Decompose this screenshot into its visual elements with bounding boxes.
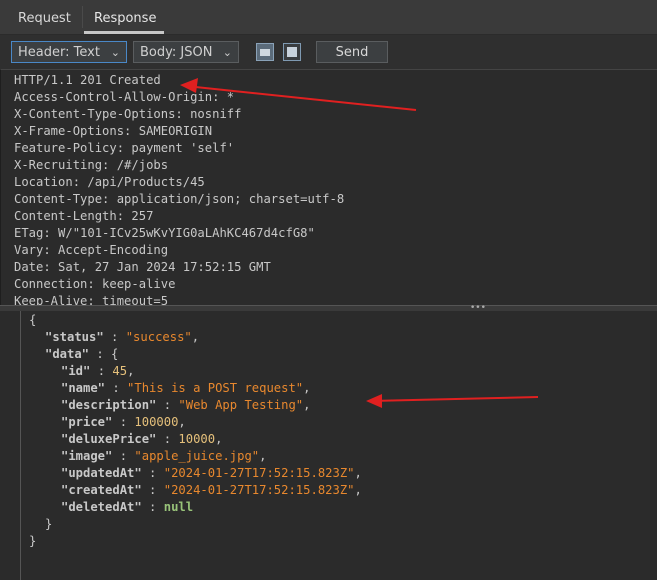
header-format-select[interactable]: Header: Text ⌄ (11, 41, 127, 63)
header-line: HTTP/1.1 201 Created (14, 73, 161, 87)
json-punct: : (103, 330, 126, 344)
json-punct: : (90, 364, 113, 378)
json-key: "createdAt" (61, 483, 142, 497)
json-key: "status" (45, 330, 104, 344)
json-punct: : (89, 347, 112, 361)
header-line: Location: /api/Products/45 (14, 175, 205, 189)
json-line: "deluxePrice" : 10000, (61, 431, 222, 448)
json-line: "description" : "Web App Testing", (61, 397, 311, 414)
json-key: "deluxePrice" (61, 432, 157, 446)
json-line: "data" : { (45, 346, 118, 363)
json-number: 45 (112, 364, 128, 378)
active-tab-indicator (84, 31, 164, 34)
header-line: Date: Sat, 27 Jan 2024 17:52:15 GMT (14, 260, 271, 274)
json-line: "status" : "success", (45, 329, 199, 346)
json-line: "updatedAt" : "2024-01-27T17:52:15.823Z"… (61, 465, 362, 482)
json-number: 100000 (134, 415, 179, 429)
toolbar: Header: Text ⌄ Body: JSON ⌄ Send (0, 35, 657, 69)
json-line: } (45, 516, 52, 533)
json-string: "2024-01-27T17:52:15.823Z" (163, 466, 355, 480)
json-punct: : (105, 381, 128, 395)
json-punct: : (112, 449, 135, 463)
json-brace: } (45, 517, 53, 531)
json-punct: , (354, 466, 362, 480)
json-brace: { (111, 347, 119, 361)
header-line: X-Recruiting: /#/jobs (14, 158, 169, 172)
json-punct: : (141, 466, 164, 480)
line-gutter (0, 311, 21, 580)
tab-request[interactable]: Request (18, 0, 71, 34)
json-number: 10000 (178, 432, 216, 446)
tab-divider (82, 6, 83, 28)
json-string: "success" (125, 330, 192, 344)
response-body-pane[interactable]: { "status" : "success", "data" : { "id" … (0, 311, 657, 580)
send-button[interactable]: Send (316, 41, 388, 63)
header-line: X-Frame-Options: SAMEORIGIN (14, 124, 213, 138)
json-punct: , (127, 364, 135, 378)
tab-response[interactable]: Response (94, 0, 156, 34)
json-brace: { (29, 313, 37, 327)
json-string: "2024-01-27T17:52:15.823Z" (163, 483, 355, 497)
json-punct: : (156, 398, 179, 412)
json-punct: , (191, 330, 200, 344)
single-pane-icon[interactable] (283, 43, 301, 61)
header-line: ETag: W/"101-ICv25wKvYIG0aLAhKC467d4cfG8… (14, 226, 315, 240)
json-key: "image" (61, 449, 113, 463)
json-string: "Web App Testing" (178, 398, 304, 412)
json-string: "This is a POST request" (127, 381, 304, 395)
json-line: { (29, 312, 36, 329)
json-line: "id" : 45, (61, 363, 134, 380)
header-line: Content-Length: 257 (14, 209, 154, 223)
json-line: "createdAt" : "2024-01-27T17:52:15.823Z"… (61, 482, 362, 499)
body-format-label: Body: JSON (140, 45, 213, 60)
json-line: "name" : "This is a POST request", (61, 380, 311, 397)
json-key: "price" (61, 415, 113, 429)
header-line: Vary: Accept-Encoding (14, 243, 169, 257)
header-line: Connection: keep-alive (14, 277, 176, 291)
json-punct: : (141, 483, 164, 497)
json-key: "data" (45, 347, 90, 361)
chevron-down-icon: ⌄ (222, 46, 232, 59)
json-line: } (29, 533, 36, 550)
json-punct: : (156, 432, 179, 446)
header-line: Feature-Policy: payment 'self' (14, 141, 235, 155)
split-horizontal-icon[interactable] (256, 43, 274, 61)
json-key: "name" (61, 381, 106, 395)
json-string: "apple_juice.jpg" (134, 449, 260, 463)
json-brace: } (29, 534, 37, 548)
body-format-select[interactable]: Body: JSON ⌄ (133, 41, 239, 63)
response-headers-pane[interactable]: HTTP/1.1 201 Created Access-Control-Allo… (0, 69, 657, 306)
json-punct: , (215, 432, 223, 446)
json-key: "description" (61, 398, 157, 412)
json-punct: : (112, 415, 135, 429)
header-line: X-Content-Type-Options: nosniff (14, 107, 242, 121)
json-key: "id" (61, 364, 91, 378)
json-line: "price" : 100000, (61, 414, 186, 431)
json-punct: , (354, 483, 362, 497)
tab-bar: Request Response (0, 0, 657, 35)
json-key: "deletedAt" (61, 500, 142, 514)
json-punct: : (141, 500, 164, 514)
json-punct: , (303, 381, 311, 395)
json-punct: , (259, 449, 267, 463)
json-punct: , (303, 398, 311, 412)
json-line: "deletedAt" : null (61, 499, 193, 516)
header-line: Access-Control-Allow-Origin: * (14, 90, 235, 104)
chevron-down-icon: ⌄ (110, 46, 120, 59)
json-punct: , (178, 415, 186, 429)
header-line: Content-Type: application/json; charset=… (14, 192, 345, 206)
json-key: "updatedAt" (61, 466, 142, 480)
json-null: null (163, 500, 194, 514)
header-format-label: Header: Text (18, 45, 100, 60)
json-line: "image" : "apple_juice.jpg", (61, 448, 266, 465)
